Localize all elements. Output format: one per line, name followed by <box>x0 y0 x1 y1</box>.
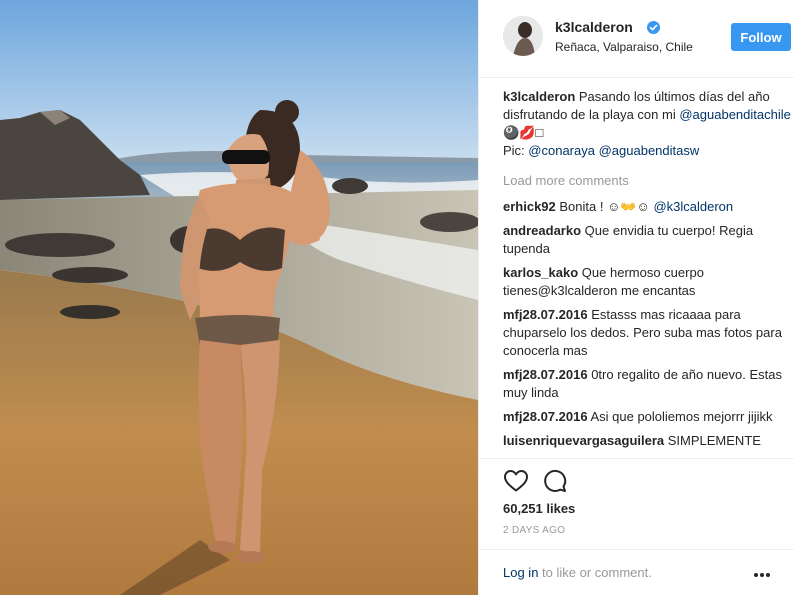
location-link[interactable]: Reñaca, Valparaiso, Chile <box>555 40 693 54</box>
heart-icon[interactable] <box>503 469 529 493</box>
login-link[interactable]: Log in <box>503 565 538 580</box>
post-header: k3lcalderon Reñaca, Valparaiso, Chile Fo… <box>479 0 794 78</box>
post-actions: 60,251 likes 2 DAYS AGO <box>479 458 794 536</box>
comment-text: Bonita ! ☺👐☺ <box>559 199 654 214</box>
comment-item: mfj28.07.2016 Estasss mas ricaaaa para c… <box>503 306 791 360</box>
beach-photo-illustration <box>0 0 478 595</box>
comment-username[interactable]: andreadarko <box>503 223 581 238</box>
comment-text: Asi que pololiemos mejorrr jijikk <box>590 409 773 424</box>
load-more-comments-button[interactable]: Load more comments <box>503 172 791 190</box>
caption-mention[interactable]: @aguabenditasw <box>599 143 700 158</box>
comment-username[interactable]: luisenriquevargasaguilera <box>503 433 664 448</box>
post-footer: Log in to like or comment. <box>479 549 794 595</box>
caption-mention[interactable]: @conaraya <box>528 143 595 158</box>
comment-item: andreadarko Que envidia tu cuerpo! Regia… <box>503 222 791 258</box>
likes-count[interactable]: 60,251 likes <box>503 501 575 516</box>
more-options-icon[interactable] <box>753 572 771 578</box>
post-caption: k3lcalderon Pasando los últimos días del… <box>503 88 791 160</box>
comment-icon[interactable] <box>543 469 567 493</box>
avatar[interactable] <box>503 16 543 56</box>
comments-list[interactable]: k3lcalderon Pasando los últimos días del… <box>503 88 791 456</box>
comment-username[interactable]: karlos_kako <box>503 265 578 280</box>
login-prompt-text: to like or comment. <box>538 565 652 580</box>
caption-username[interactable]: k3lcalderon <box>503 89 575 104</box>
comment-item: mfj28.07.2016 0tro regalito de año nuevo… <box>503 366 791 402</box>
comment-mention[interactable]: @k3lcalderon <box>653 199 733 214</box>
avatar-image <box>503 16 543 56</box>
caption-emoji: 🎱💋□ <box>503 125 544 140</box>
comment-item: luisenriquevargasaguilera SIMPLEMENTE <box>503 432 791 450</box>
comment-item: karlos_kako Que hermoso cuerpo tienes@k3… <box>503 264 791 300</box>
follow-button[interactable]: Follow <box>731 23 791 51</box>
caption-mention[interactable]: @aguabenditachile <box>679 107 791 122</box>
instagram-post: k3lcalderon Reñaca, Valparaiso, Chile Fo… <box>0 0 794 595</box>
caption-pic-label: Pic: <box>503 143 525 158</box>
post-timestamp[interactable]: 2 DAYS AGO <box>503 525 565 536</box>
verified-badge-icon <box>647 21 660 34</box>
comment-username[interactable]: erhick92 <box>503 199 556 214</box>
comment-item: erhick92 Bonita ! ☺👐☺ @k3lcalderon <box>503 198 791 216</box>
comment-item: mfj28.07.2016 Asi que pololiemos mejorrr… <box>503 408 791 426</box>
post-side-panel: k3lcalderon Reñaca, Valparaiso, Chile Fo… <box>478 0 794 595</box>
comment-username[interactable]: mfj28.07.2016 <box>503 409 588 424</box>
login-prompt: Log in to like or comment. <box>503 565 652 580</box>
header-username[interactable]: k3lcalderon <box>555 19 633 35</box>
comment-username[interactable]: mfj28.07.2016 <box>503 367 588 382</box>
post-photo[interactable] <box>0 0 478 595</box>
comment-text: SIMPLEMENTE <box>667 433 761 448</box>
comment-username[interactable]: mfj28.07.2016 <box>503 307 588 322</box>
